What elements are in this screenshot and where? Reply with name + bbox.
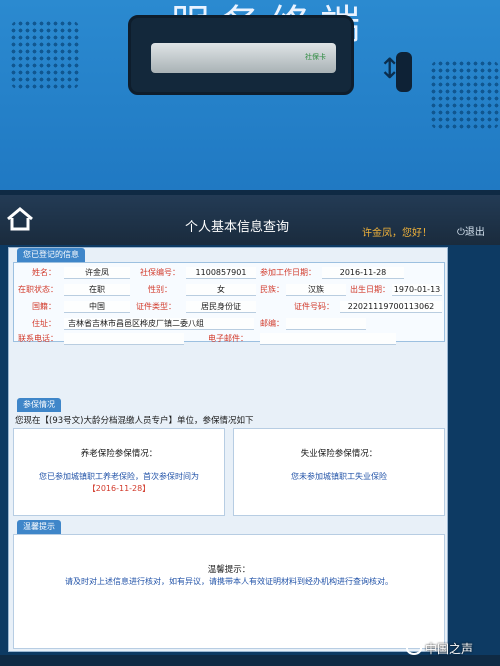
id-type-value: 居民身份证 <box>186 301 256 313</box>
pension-insurance-box: 养老保险参保情况： 您已参加城镇职工养老保险，首次参保时间为 【2016-11-… <box>13 428 225 516</box>
ethnicity-label: 民族： <box>260 285 284 294</box>
id-no-label: 证件号码： <box>294 302 334 311</box>
section-tab-insurance: 参保情况 <box>17 398 61 412</box>
job-status-label: 在职状态： <box>18 285 58 294</box>
ethnicity-value: 汉族 <box>286 284 346 296</box>
ss-no-value: 1100857901 <box>186 267 256 279</box>
section-tab-registered-info: 您已登记的信息 <box>17 248 85 262</box>
info-row-5: 联系电话： 电子邮件： <box>14 333 444 347</box>
pension-title: 养老保险参保情况： <box>80 449 158 459</box>
kiosk-screen: 个人基本信息查询 许金凤，您好！ ⏻退出 您已登记的信息 姓名： 许金凤 社保编… <box>0 195 500 655</box>
ss-no-label: 社保编号： <box>140 268 180 277</box>
speaker-grille-right <box>430 60 500 130</box>
id-type-label: 证件类型： <box>136 302 176 311</box>
id-no-value: 22021119700113062 <box>340 301 442 313</box>
logout-button[interactable]: ⏻退出 <box>457 223 485 238</box>
watermark: 中国之声 <box>425 642 474 656</box>
power-icon: ⏻ <box>457 227 465 238</box>
info-row-1: 姓名： 许金凤 社保编号： 1100857901 参加工作日期： 2016-11… <box>14 267 444 281</box>
birth-value: 1970-01-13 <box>392 284 442 296</box>
job-status-value: 在职 <box>64 284 130 296</box>
card-slot-label: 社保卡 <box>305 53 326 61</box>
nationality-value: 中国 <box>64 301 130 313</box>
insurance-status-line: 您现在【(93号文)大龄分档混缴人员专户】单位，参保情况如下 <box>15 416 254 426</box>
address-label: 住址： <box>32 319 56 328</box>
birth-label: 出生日期： <box>350 285 390 294</box>
phone-value <box>64 333 184 345</box>
weibo-icon <box>406 642 422 655</box>
gender-label: 性别： <box>148 285 172 294</box>
postcode-value <box>286 318 366 330</box>
name-label: 姓名： <box>32 268 56 277</box>
card-handle-icon <box>396 52 412 92</box>
tip-text: 请及时对上述信息进行核对，如有异议，请携带本人有效证明材料到经办机构进行查询核对… <box>65 577 393 586</box>
gender-value: 女 <box>186 284 256 296</box>
unemployment-insurance-box: 失业保险参保情况： 您未参加城镇职工失业保险 <box>233 428 445 516</box>
kiosk-housing: 服务终端 社保卡 ↕ <box>0 0 500 200</box>
user-greeting: 许金凤，您好！ <box>362 228 432 239</box>
pension-text: 您已参加城镇职工养老保险，首次参保时间为 <box>39 472 199 481</box>
section-tab-tip: 温馨提示 <box>17 520 61 534</box>
tip-title: 温馨提示： <box>207 565 251 575</box>
phone-label: 联系电话： <box>18 334 58 343</box>
work-date-value: 2016-11-28 <box>322 267 404 279</box>
page-title: 个人基本信息查询 <box>185 220 290 235</box>
card-slot-opening: 社保卡 <box>151 43 336 73</box>
postcode-label: 邮编： <box>260 319 284 328</box>
unemployment-title: 失业保险参保情况： <box>300 449 378 459</box>
home-icon[interactable] <box>6 207 34 231</box>
logout-label: 退出 <box>464 227 485 238</box>
unemployment-text: 您未参加城镇职工失业保险 <box>291 472 387 481</box>
email-label: 电子邮件： <box>208 334 248 343</box>
email-value <box>260 333 396 345</box>
info-row-3: 国籍： 中国 证件类型： 居民身份证 证件号码： 220211197001130… <box>14 301 444 315</box>
tip-box: 温馨提示： 请及时对上述信息进行核对，如有异议，请携带本人有效证明材料到经办机构… <box>13 534 445 649</box>
nationality-label: 国籍： <box>32 302 56 311</box>
name-value: 许金凤 <box>64 267 130 279</box>
info-row-2: 在职状态： 在职 性别： 女 民族： 汉族 出生日期： 1970-01-13 <box>14 284 444 298</box>
pension-date: 【2016-11-28】 <box>87 484 151 493</box>
top-bar: 个人基本信息查询 许金凤，您好！ ⏻退出 <box>0 195 500 245</box>
info-row-4: 住址： 吉林省吉林市昌邑区桦皮厂镇二委八组 邮编： <box>14 318 444 332</box>
registered-info-box: 姓名： 许金凤 社保编号： 1100857901 参加工作日期： 2016-11… <box>13 262 445 345</box>
content-panel: 您已登记的信息 姓名： 许金凤 社保编号： 1100857901 参加工作日期：… <box>8 247 448 652</box>
address-value: 吉林省吉林市昌邑区桦皮厂镇二委八组 <box>64 318 254 330</box>
speaker-grille-left <box>10 20 80 90</box>
work-date-label: 参加工作日期： <box>260 268 316 277</box>
card-reader-slot[interactable]: 社保卡 <box>128 15 354 95</box>
